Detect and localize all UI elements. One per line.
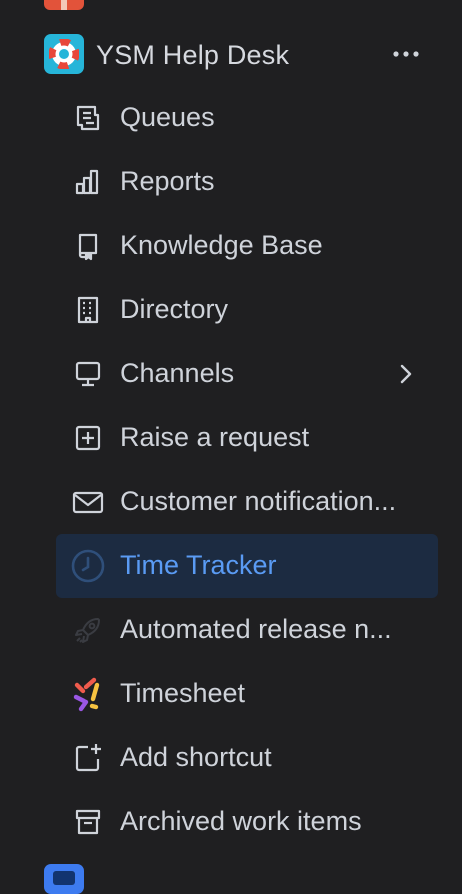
project-header[interactable]: YSM Help Desk (0, 28, 462, 80)
nav-item-channels[interactable]: Channels (56, 342, 438, 406)
nav-item-knowledge-base[interactable]: Knowledge Base (56, 214, 438, 278)
nav-label: Automated release n... (120, 614, 392, 644)
nav-label: Time Tracker (120, 550, 277, 580)
nav-label: Directory (120, 294, 229, 324)
plus-square-icon (70, 420, 106, 456)
nav-label: Reports (120, 166, 215, 196)
nav-item-customer-notifications[interactable]: Customer notification... (56, 470, 438, 534)
project-name: YSM Help Desk (96, 40, 290, 70)
archive-icon (70, 804, 106, 840)
chevron-right-icon[interactable] (392, 360, 420, 388)
clock-icon (70, 548, 106, 584)
next-project-icon[interactable] (44, 864, 84, 894)
knowledge-base-icon (70, 228, 106, 264)
previous-project-icon[interactable] (44, 0, 84, 10)
nav-item-directory[interactable]: Directory (56, 278, 438, 342)
nav-item-time-tracker[interactable]: Time Tracker (56, 534, 438, 598)
reports-icon (70, 164, 106, 200)
nav-label: Queues (120, 102, 215, 132)
nav-item-timesheet[interactable]: Timesheet (56, 662, 438, 726)
nav-label: Add shortcut (120, 742, 272, 772)
add-shortcut-icon (70, 740, 106, 776)
building-icon (70, 292, 106, 328)
nav-label: Knowledge Base (120, 230, 323, 260)
nav-item-raise-a-request[interactable]: Raise a request (56, 406, 438, 470)
nav-item-add-shortcut[interactable]: Add shortcut (56, 726, 438, 790)
nav-item-queues[interactable]: Queues (56, 86, 438, 150)
queues-icon (70, 100, 106, 136)
nav-label: Customer notification... (120, 486, 397, 516)
lifebuoy-icon (44, 34, 84, 74)
nav-item-reports[interactable]: Reports (56, 150, 438, 214)
nav-label: Timesheet (120, 678, 246, 708)
monitor-icon (70, 356, 106, 392)
nav-item-archived-work-items[interactable]: Archived work items (56, 790, 438, 854)
nav-label: Raise a request (120, 422, 310, 452)
timesheet-app-icon (70, 676, 106, 712)
nav-item-automated-release-notes[interactable]: Automated release n... (56, 598, 438, 662)
more-options-button[interactable] (388, 40, 424, 68)
rocket-icon (70, 612, 106, 648)
email-icon (70, 484, 106, 520)
nav-label: Archived work items (120, 806, 362, 836)
nav-label: Channels (120, 358, 235, 388)
